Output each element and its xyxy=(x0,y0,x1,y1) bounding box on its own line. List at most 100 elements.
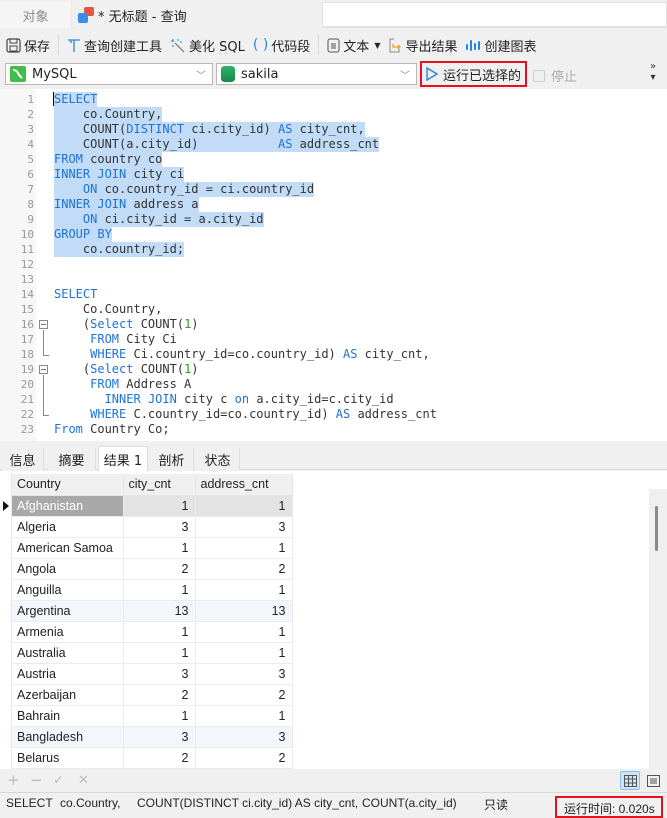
grid-view-button[interactable] xyxy=(620,771,640,790)
table-row[interactable]: Argentina 13 13 xyxy=(12,600,293,622)
code-line[interactable]: 19 (Select COUNT(1) xyxy=(0,362,667,377)
cell-city-cnt[interactable]: 3 xyxy=(123,663,196,685)
column-header-country[interactable]: Country xyxy=(12,474,124,496)
sql-editor[interactable]: 1 SELECT 2 co.Country, 3 COUNT(DISTINCT ci.… xyxy=(0,89,667,441)
tab-result-1[interactable]: 结果 1 xyxy=(98,446,148,471)
cell-city-cnt[interactable]: 2 xyxy=(123,747,196,769)
cell-address-cnt[interactable]: 2 xyxy=(195,684,293,706)
discard-icon[interactable]: ✕ xyxy=(78,773,89,788)
cell-address-cnt[interactable]: 2 xyxy=(195,558,293,580)
cell-city-cnt[interactable]: 13 xyxy=(123,600,196,622)
code-line[interactable]: 12 xyxy=(0,257,667,272)
vertical-scrollbar[interactable] xyxy=(649,489,667,769)
cell-address-cnt[interactable]: 13 xyxy=(195,600,293,622)
stop-button[interactable]: 停止 xyxy=(533,66,577,85)
cell-country[interactable]: Bangladesh xyxy=(12,726,124,748)
cell-address-cnt[interactable]: 3 xyxy=(195,726,293,748)
cell-address-cnt[interactable]: 1 xyxy=(195,495,293,517)
column-header-address-cnt[interactable]: address_cnt xyxy=(195,474,293,496)
cell-city-cnt[interactable]: 2 xyxy=(123,684,196,706)
table-row[interactable]: Angola 2 2 xyxy=(12,558,293,580)
apply-icon[interactable]: ✓ xyxy=(53,773,64,788)
table-row[interactable]: Belarus 2 2 xyxy=(12,747,293,769)
cell-city-cnt[interactable]: 1 xyxy=(123,495,196,517)
snippet-button[interactable]: ( ) 代码段 xyxy=(253,36,310,55)
scrollbar-thumb[interactable] xyxy=(655,506,658,551)
database-select[interactable]: sakila ﹀ xyxy=(216,63,417,85)
table-row[interactable]: Bahrain 1 1 xyxy=(12,705,293,727)
tab-info[interactable]: 信息 xyxy=(2,448,44,470)
cell-country[interactable]: Belarus xyxy=(12,747,124,769)
query-builder-button[interactable]: 查询创建工具 xyxy=(67,36,162,55)
code-line[interactable]: 21 INNER JOIN city c on a.city_id=c.city… xyxy=(0,392,667,407)
run-selected-button[interactable]: 运行已选择的 xyxy=(420,61,527,87)
export-results-button[interactable]: 导出结果 xyxy=(388,36,457,55)
code-line[interactable]: 15 Co.Country, xyxy=(0,302,667,317)
code-line[interactable]: 16 (Select COUNT(1) xyxy=(0,317,667,332)
table-row[interactable]: Australia 1 1 xyxy=(12,642,293,664)
code-line[interactable]: 4 COUNT(a.city_id) AS address_cnt xyxy=(0,137,667,152)
cell-country[interactable]: Azerbaijan xyxy=(12,684,124,706)
create-chart-button[interactable]: 创建图表 xyxy=(465,36,537,55)
cell-address-cnt[interactable]: 3 xyxy=(195,516,293,538)
cell-address-cnt[interactable]: 2 xyxy=(195,747,293,769)
tab-status[interactable]: 状态 xyxy=(196,448,240,470)
table-row[interactable]: Afghanistan 1 1 xyxy=(12,495,293,517)
cell-city-cnt[interactable]: 1 xyxy=(123,537,196,559)
tab-objects[interactable]: 对象 xyxy=(0,2,72,28)
cell-country[interactable]: Anguilla xyxy=(12,579,124,601)
cell-address-cnt[interactable]: 3 xyxy=(195,663,293,685)
table-row[interactable]: American Samoa 1 1 xyxy=(12,537,293,559)
code-line[interactable]: 17 FROM City Ci xyxy=(0,332,667,347)
save-button[interactable]: 保存 xyxy=(6,36,50,55)
table-row[interactable]: Austria 3 3 xyxy=(12,663,293,685)
code-line[interactable]: 20 FROM Address A xyxy=(0,377,667,392)
code-line[interactable]: 6 INNER JOIN city ci xyxy=(0,167,667,182)
cell-city-cnt[interactable]: 1 xyxy=(123,642,196,664)
cell-address-cnt[interactable]: 1 xyxy=(195,705,293,727)
delete-row-icon[interactable]: − xyxy=(30,771,43,789)
cell-country[interactable]: Austria xyxy=(12,663,124,685)
code-line[interactable]: 10 GROUP BY xyxy=(0,227,667,242)
code-line[interactable]: 3 COUNT(DISTINCT ci.city_id) AS city_cnt… xyxy=(0,122,667,137)
cell-country[interactable]: Bahrain xyxy=(12,705,124,727)
tab-summary[interactable]: 摘要 xyxy=(48,448,96,470)
code-line[interactable]: 9 ON ci.city_id = a.city_id xyxy=(0,212,667,227)
cell-country[interactable]: Australia xyxy=(12,642,124,664)
fold-toggle-icon[interactable] xyxy=(39,320,48,329)
code-line[interactable]: 2 co.Country, xyxy=(0,107,667,122)
tab-profile[interactable]: 剖析 xyxy=(150,448,194,470)
cell-city-cnt[interactable]: 2 xyxy=(123,558,196,580)
code-line[interactable]: 1 SELECT xyxy=(0,92,667,107)
form-view-button[interactable] xyxy=(643,771,663,790)
cell-city-cnt[interactable]: 1 xyxy=(123,621,196,643)
cell-address-cnt[interactable]: 1 xyxy=(195,579,293,601)
code-line[interactable]: 7 ON co.country_id = ci.country_id xyxy=(0,182,667,197)
code-line[interactable]: 5 FROM country co xyxy=(0,152,667,167)
column-header-city-cnt[interactable]: city_cnt xyxy=(123,474,196,496)
cell-country[interactable]: Angola xyxy=(12,558,124,580)
table-row[interactable]: Algeria 3 3 xyxy=(12,516,293,538)
cell-city-cnt[interactable]: 3 xyxy=(123,726,196,748)
table-row[interactable]: Azerbaijan 2 2 xyxy=(12,684,293,706)
code-line[interactable]: 11 co.country_id; xyxy=(0,242,667,257)
code-line[interactable]: 14 SELECT xyxy=(0,287,667,302)
code-line[interactable]: 23 From Country Co; xyxy=(0,422,667,437)
cell-country[interactable]: Armenia xyxy=(12,621,124,643)
tab-query[interactable]: * 无标题 - 查询 xyxy=(74,2,322,28)
code-line[interactable]: 18 WHERE Ci.country_id=co.country_id) AS… xyxy=(0,347,667,362)
code-line[interactable]: 22 WHERE C.country_id=co.country_id) AS … xyxy=(0,407,667,422)
toolbar-overflow-button[interactable]: » ▾ xyxy=(650,61,656,83)
cell-city-cnt[interactable]: 3 xyxy=(123,516,196,538)
cell-country[interactable]: Algeria xyxy=(12,516,124,538)
cell-country[interactable]: American Samoa xyxy=(12,537,124,559)
fold-toggle-icon[interactable] xyxy=(39,365,48,374)
cell-address-cnt[interactable]: 1 xyxy=(195,642,293,664)
text-mode-dropdown[interactable]: 文本 ▼ xyxy=(327,36,380,55)
beautify-sql-button[interactable]: 美化 SQL xyxy=(170,36,245,55)
add-row-icon[interactable]: + xyxy=(7,771,20,789)
table-row[interactable]: Armenia 1 1 xyxy=(12,621,293,643)
cell-country[interactable]: Argentina xyxy=(12,600,124,622)
cell-city-cnt[interactable]: 1 xyxy=(123,579,196,601)
cell-city-cnt[interactable]: 1 xyxy=(123,705,196,727)
